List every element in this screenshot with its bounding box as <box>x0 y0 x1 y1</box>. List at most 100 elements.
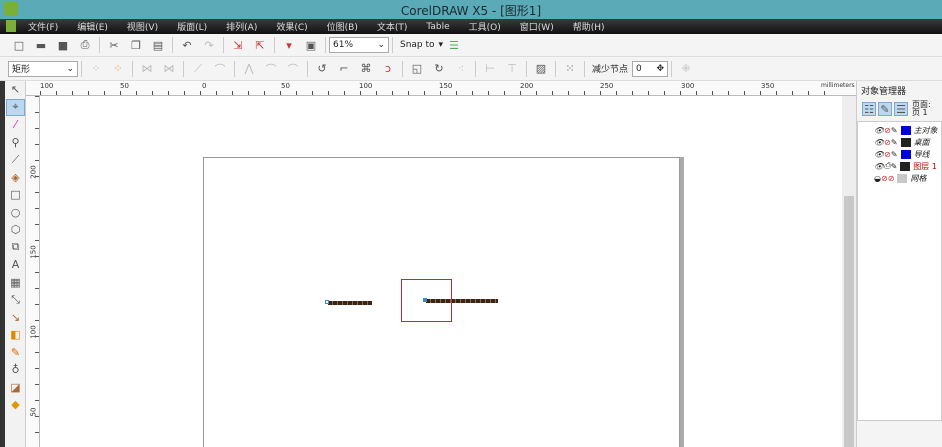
menu-table[interactable]: Table <box>426 22 449 32</box>
vertical-scrollbar[interactable] <box>842 96 856 447</box>
add-node-icon[interactable]: ⁘ <box>89 62 103 76</box>
break-curve-icon[interactable]: ⋈ <box>162 62 176 76</box>
eye-icon[interactable]: 👁 <box>874 126 884 135</box>
shape-tool-icon[interactable]: ⌖ <box>6 98 25 116</box>
layer-row[interactable]: 👁 ⊘ ✎ 主对象 <box>858 124 941 136</box>
zoom-level-select[interactable]: 61% ⌄ <box>329 37 389 53</box>
copy-icon[interactable]: ❐ <box>129 38 143 52</box>
smart-fill-tool-icon[interactable]: ◈ <box>6 169 25 187</box>
undo-icon[interactable]: ↶ <box>180 38 194 52</box>
stretch-nodes-icon[interactable]: ◱ <box>410 62 424 76</box>
zoom-tool-icon[interactable]: ⚲ <box>6 134 25 152</box>
menu-bitmaps[interactable]: 位图(B) <box>327 20 358 33</box>
import-icon[interactable]: ⇲ <box>231 38 245 52</box>
extract-subpath-icon[interactable]: ⌘ <box>359 62 373 76</box>
curve-smoothness-icon[interactable]: ⁜ <box>679 62 693 76</box>
elastic-mode-icon[interactable]: ▨ <box>534 62 548 76</box>
menu-view[interactable]: 视图(V) <box>127 20 158 33</box>
options-icon[interactable]: ☰ <box>447 38 461 52</box>
snap-to-button[interactable]: Snap to <box>400 40 435 50</box>
rotate-nodes-icon[interactable]: ↻ <box>432 62 446 76</box>
basic-shapes-tool-icon[interactable]: ⧉ <box>6 239 25 257</box>
shape-type-select[interactable]: 矩形 ⌄ <box>8 60 78 77</box>
printable-icon[interactable]: ⊘ <box>884 126 891 135</box>
pick-tool-icon[interactable]: ↖ <box>6 81 25 99</box>
to-line-icon[interactable]: ⟋ <box>191 62 205 76</box>
blend-tool-icon[interactable]: ◧ <box>6 326 25 344</box>
spinner-icon[interactable]: ✥ <box>656 64 664 74</box>
extend-curve-icon[interactable]: ⌐ <box>337 62 351 76</box>
menu-effects[interactable]: 效果(C) <box>276 20 307 33</box>
snap-dropdown-icon[interactable]: ▾ <box>439 40 444 50</box>
eye-hidden-icon[interactable]: ◒ <box>874 174 881 183</box>
editable-icon[interactable]: ✎ <box>891 162 898 171</box>
menu-tools[interactable]: 工具(O) <box>469 20 501 33</box>
polygon-tool-icon[interactable]: ⬡ <box>6 221 25 239</box>
menu-edit[interactable]: 编辑(E) <box>77 20 108 33</box>
horizontal-ruler[interactable]: 100 50 0 50 100 150 200 250 300 350 mill… <box>26 81 856 96</box>
printable-icon[interactable]: ⊘ <box>881 174 888 183</box>
save-icon[interactable]: ■ <box>56 38 70 52</box>
select-all-nodes-icon[interactable]: ⁙ <box>563 62 577 76</box>
editable-icon[interactable]: ✎ <box>891 150 898 159</box>
text-tool-icon[interactable]: A <box>6 256 25 274</box>
vertical-ruler[interactable]: 200 150 100 50 <box>26 96 40 447</box>
close-curve-icon[interactable]: ↄ <box>381 62 395 76</box>
layer-row[interactable]: ◒ ⊘ ⊘ 网格 <box>858 172 941 184</box>
fill-tool-icon[interactable]: ◪ <box>6 379 25 397</box>
layer-manager-view-icon[interactable]: ☰ <box>894 102 908 116</box>
join-nodes-icon[interactable]: ⋈ <box>140 62 154 76</box>
printable-icon[interactable]: ⊘ <box>884 138 891 147</box>
curve-node[interactable] <box>325 300 329 304</box>
outline-pen-icon[interactable]: ♁ <box>6 361 25 379</box>
menu-text[interactable]: 文本(T) <box>377 20 408 33</box>
reverse-direction-icon[interactable]: ↺ <box>315 62 329 76</box>
eye-icon[interactable]: 👁 <box>874 150 884 159</box>
curve-object[interactable] <box>328 301 372 305</box>
layer-row[interactable]: 👁 ⊘ ✎ 导线 <box>858 148 941 160</box>
printable-icon[interactable]: ⊘ <box>884 150 891 159</box>
eye-icon[interactable]: 👁 <box>874 162 884 171</box>
interactive-fill-icon[interactable]: ◆ <box>6 396 25 414</box>
welcome-screen-icon[interactable]: ▣ <box>304 38 318 52</box>
mirror-vertical-icon[interactable]: ⊤ <box>505 62 519 76</box>
align-nodes-icon[interactable]: ⁖ <box>454 62 468 76</box>
eyedropper-tool-icon[interactable]: ✎ <box>6 344 25 362</box>
show-properties-icon[interactable]: ☷ <box>862 102 876 116</box>
freehand-tool-icon[interactable]: ⟋ <box>6 151 25 169</box>
menu-layout[interactable]: 版面(L) <box>177 20 207 33</box>
to-curve-icon[interactable]: ⌒ <box>213 62 227 76</box>
dimension-tool-icon[interactable]: ⤡ <box>6 291 25 309</box>
menu-arrange[interactable]: 排列(A) <box>226 20 257 33</box>
menu-file[interactable]: 文件(F) <box>28 20 58 33</box>
symmetrical-node-icon[interactable]: ⌒ <box>286 62 300 76</box>
menu-window[interactable]: 窗口(W) <box>520 20 554 33</box>
eye-icon[interactable]: 👁 <box>874 138 884 147</box>
delete-node-icon[interactable]: ⁘ <box>111 62 125 76</box>
ellipse-tool-icon[interactable]: ○ <box>6 204 25 222</box>
new-icon[interactable]: □ <box>12 38 26 52</box>
edit-across-layers-icon[interactable]: ✎ <box>878 102 892 116</box>
layer-row[interactable]: 👁 ⊘ ✎ 桌面 <box>858 136 941 148</box>
smudge-tool-icon[interactable]: ⁄ <box>6 116 25 134</box>
cut-icon[interactable]: ✂ <box>107 38 121 52</box>
app-launcher-icon[interactable]: ▾ <box>282 38 296 52</box>
redo-icon[interactable]: ↷ <box>202 38 216 52</box>
rectangle-tool-icon[interactable]: □ <box>6 186 25 204</box>
menu-help[interactable]: 帮助(H) <box>573 20 605 33</box>
smooth-node-icon[interactable]: ⌒ <box>264 62 278 76</box>
locked-icon[interactable]: ⊘ <box>888 174 895 183</box>
layer-row[interactable]: 👁 ⎙ ✎ 图层 1 <box>858 160 941 172</box>
paste-icon[interactable]: ▤ <box>151 38 165 52</box>
drawing-canvas[interactable] <box>40 96 842 447</box>
export-icon[interactable]: ⇱ <box>253 38 267 52</box>
table-tool-icon[interactable]: ▦ <box>6 274 25 292</box>
connector-tool-icon[interactable]: ↘ <box>6 309 25 327</box>
editable-icon[interactable]: ✎ <box>891 138 898 147</box>
open-icon[interactable]: ▬ <box>34 38 48 52</box>
reduce-nodes-input[interactable]: 0 ✥ <box>632 60 669 77</box>
cusp-node-icon[interactable]: ⋀ <box>242 62 256 76</box>
print-icon[interactable]: ⎙ <box>78 38 92 52</box>
editable-icon[interactable]: ✎ <box>891 126 898 135</box>
scrollbar-thumb[interactable] <box>844 196 854 447</box>
